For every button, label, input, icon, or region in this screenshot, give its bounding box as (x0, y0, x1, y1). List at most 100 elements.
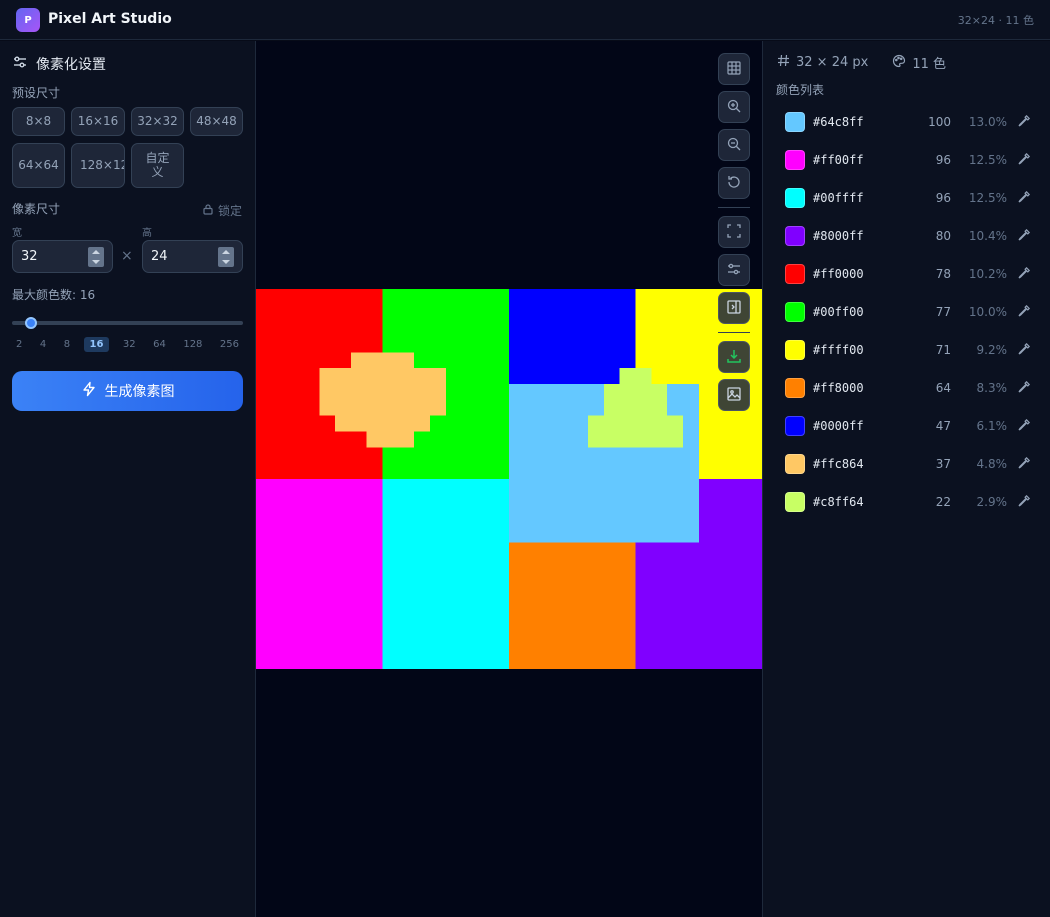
eyedropper-icon[interactable] (1017, 228, 1031, 245)
sliders-icon (12, 54, 28, 74)
color-count-tick[interactable]: 4 (36, 337, 50, 352)
max-colors-slider-thumb[interactable] (25, 317, 37, 329)
color-swatch[interactable] (785, 340, 805, 360)
settings-panel: 像素化设置 预设尺寸 8×8 16×16 32×32 48×48 64×64 1… (0, 41, 256, 917)
fullscreen-button[interactable] (718, 216, 750, 248)
fullscreen-icon (726, 223, 742, 242)
eyedropper-icon[interactable] (1017, 266, 1031, 283)
preset-custom-button[interactable]: 自定义 (131, 143, 184, 188)
color-pixel-count: 71 (935, 343, 951, 357)
color-percentage: 12.5% (968, 153, 1007, 167)
color-row[interactable]: #64c8ff 100 13.0% (775, 104, 1039, 140)
color-count-tick[interactable]: 8 (60, 337, 74, 352)
color-count-tick[interactable]: 256 (216, 337, 243, 352)
preset-8x8-button[interactable]: 8×8 (12, 107, 65, 136)
eyedropper-icon[interactable] (1017, 380, 1031, 397)
color-count-tick[interactable]: 64 (149, 337, 170, 352)
pixel-block (335, 415, 430, 432)
color-count-tick[interactable]: 2 (12, 337, 26, 352)
color-row[interactable]: #8000ff 80 10.4% (775, 218, 1039, 254)
color-swatch[interactable] (785, 226, 805, 246)
eyedropper-icon[interactable] (1017, 342, 1031, 359)
hash-icon (777, 54, 790, 71)
height-spinner[interactable] (218, 247, 234, 267)
color-row[interactable]: #00ff00 77 10.0% (775, 294, 1039, 330)
max-colors-slider[interactable] (12, 321, 243, 325)
palette-panel: 32 × 24 px 11 色 颜色列表 #64c8ff 100 13.0% #ff0… (762, 41, 1050, 917)
adjust-icon (726, 261, 742, 280)
compare-icon (726, 299, 742, 318)
adjust-button[interactable] (718, 254, 750, 286)
color-swatch[interactable] (785, 302, 805, 322)
pixel-block (603, 384, 668, 416)
zoom-out-button[interactable] (718, 129, 750, 161)
lock-ratio-toggle[interactable]: 锁定 (202, 202, 242, 219)
color-count-tick[interactable]: 32 (119, 337, 140, 352)
color-percentage: 10.4% (968, 229, 1007, 243)
settings-title: 像素化设置 (12, 54, 106, 74)
color-pixel-count: 96 (935, 191, 951, 205)
color-swatch[interactable] (785, 112, 805, 132)
preset-32x32-button[interactable]: 32×32 (131, 107, 184, 136)
color-row[interactable]: #c8ff64 22 2.9% (775, 484, 1039, 520)
color-row[interactable]: #ff8000 64 8.3% (775, 370, 1039, 406)
preset-16x16-button[interactable]: 16×16 (71, 107, 125, 136)
width-spinner[interactable] (88, 247, 104, 267)
image-stats: 32 × 24 px 11 色 (777, 53, 946, 72)
color-row[interactable]: #ffff00 71 9.2% (775, 332, 1039, 368)
height-value: 24 (151, 249, 168, 264)
toolbar-divider (718, 332, 750, 333)
color-pixel-count: 96 (935, 153, 951, 167)
color-pixel-count: 64 (935, 381, 951, 395)
color-swatch[interactable] (785, 264, 805, 284)
color-row[interactable]: #ff00ff 96 12.5% (775, 142, 1039, 178)
color-count-tick[interactable]: 16 (83, 337, 110, 352)
eyedropper-icon[interactable] (1017, 456, 1031, 473)
color-pixel-count: 37 (935, 457, 951, 471)
compare-button[interactable] (718, 292, 750, 324)
color-swatch[interactable] (785, 188, 805, 208)
pixel-art-canvas[interactable] (256, 289, 762, 669)
times-sign: × (121, 248, 133, 264)
preset-64x64-button[interactable]: 64×64 (12, 143, 65, 188)
eyedropper-icon[interactable] (1017, 152, 1031, 169)
header-image-info: 32×24 · 11 色 (957, 14, 1034, 27)
settings-title-label: 像素化设置 (36, 57, 106, 73)
color-swatch[interactable] (785, 378, 805, 398)
zoom-in-button[interactable] (718, 91, 750, 123)
export-image-button[interactable] (718, 379, 750, 411)
eyedropper-icon[interactable] (1017, 114, 1031, 131)
color-swatch[interactable] (785, 150, 805, 170)
width-label: 宽 (12, 228, 22, 239)
preset-128x128-button[interactable]: 128×128 (71, 143, 125, 188)
eyedropper-icon[interactable] (1017, 304, 1031, 321)
color-percentage: 13.0% (968, 115, 1007, 129)
pixel-block (382, 479, 509, 669)
download-button[interactable] (718, 341, 750, 373)
height-input[interactable]: 24 (142, 240, 243, 273)
eyedropper-icon[interactable] (1017, 494, 1031, 511)
color-hex: #ffc864 (813, 457, 864, 471)
color-swatch[interactable] (785, 416, 805, 436)
color-row[interactable]: #ff0000 78 10.2% (775, 256, 1039, 292)
eyedropper-icon[interactable] (1017, 190, 1031, 207)
lock-icon (202, 203, 214, 218)
color-row[interactable]: #0000ff 47 6.1% (775, 408, 1039, 444)
canvas-area[interactable] (256, 41, 762, 917)
generate-button[interactable]: 生成像素图 (12, 371, 243, 411)
color-hex: #ff0000 (813, 267, 864, 281)
colors-stat: 11 色 (912, 57, 947, 72)
lock-label: 锁定 (217, 204, 242, 218)
toggle-grid-button[interactable] (718, 53, 750, 85)
color-swatch[interactable] (785, 454, 805, 474)
color-row[interactable]: #00ffff 96 12.5% (775, 180, 1039, 216)
color-row[interactable]: #ffc864 37 4.8% (775, 446, 1039, 482)
color-swatch[interactable] (785, 492, 805, 512)
reset-icon (726, 174, 742, 193)
color-count-tick[interactable]: 128 (179, 337, 206, 352)
eyedropper-icon[interactable] (1017, 418, 1031, 435)
width-input[interactable]: 32 (12, 240, 113, 273)
preset-48x48-button[interactable]: 48×48 (190, 107, 243, 136)
pixel-block (619, 368, 652, 384)
reset-view-button[interactable] (718, 167, 750, 199)
